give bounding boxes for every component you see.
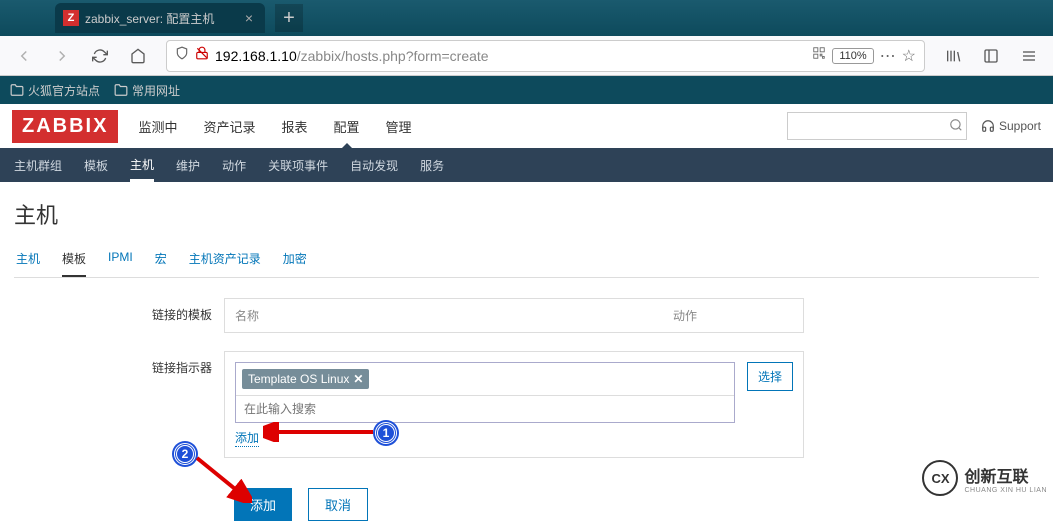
bookmark-item[interactable]: 常用网址: [114, 82, 180, 99]
subnav-discovery[interactable]: 自动发现: [350, 149, 398, 182]
subnav-services[interactable]: 服务: [420, 149, 444, 182]
watermark-logo: CX: [922, 460, 958, 496]
select-button[interactable]: 选择: [747, 362, 793, 391]
label-linked-templates: 链接的模板: [134, 298, 224, 323]
nav-administration[interactable]: 管理: [384, 105, 414, 148]
form-actions: 添加 取消 2: [234, 488, 1039, 521]
row-linked-templates: 链接的模板 名称 动作: [134, 298, 1039, 333]
app-header: ZABBIX 监测中 资产记录 报表 配置 管理 Support: [0, 104, 1053, 148]
template-tag-label: Template OS Linux: [248, 372, 349, 386]
reload-button[interactable]: [84, 40, 116, 72]
qr-icon[interactable]: [812, 46, 826, 65]
arrow-icon: [263, 422, 378, 442]
shield-icon: [175, 46, 189, 65]
home-button[interactable]: [122, 40, 154, 72]
tab-host[interactable]: 主机: [16, 242, 40, 277]
bookmark-label: 火狐官方站点: [28, 82, 100, 99]
host-tabs: 主机 模板 IPMI 宏 主机资产记录 加密: [14, 242, 1039, 278]
tab-title: zabbix_server: 配置主机: [85, 10, 241, 27]
linked-templates-table: 名称 动作: [224, 298, 804, 333]
watermark-text: 创新互联: [964, 463, 1047, 487]
tab-favicon: Z: [63, 10, 79, 26]
app: ZABBIX 监测中 资产记录 报表 配置 管理 Support 主机群组 模板…: [0, 104, 1053, 531]
subnav-hostgroups[interactable]: 主机群组: [14, 149, 62, 182]
subnav-maintenance[interactable]: 维护: [176, 149, 200, 182]
zabbix-logo[interactable]: ZABBIX: [12, 110, 118, 143]
bookmark-star-icon[interactable]: ☆: [902, 46, 916, 66]
row-link-indicator: 链接指示器 Template OS Linux ✕ 选: [134, 351, 1039, 458]
template-tag: Template OS Linux ✕: [242, 369, 369, 389]
form-area: 链接的模板 名称 动作 链接指示器: [14, 278, 1039, 521]
tab-encryption[interactable]: 加密: [283, 242, 307, 277]
col-action: 动作: [673, 307, 793, 324]
url-text: 192.168.1.10/zabbix/hosts.php?form=creat…: [215, 48, 806, 64]
zoom-badge[interactable]: 110%: [832, 48, 873, 64]
arrow-icon: [192, 453, 252, 503]
sidebar-icon[interactable]: [975, 40, 1007, 72]
sub-nav: 主机群组 模板 主机 维护 动作 关联项事件 自动发现 服务: [0, 148, 1053, 182]
support-link[interactable]: Support: [981, 119, 1041, 133]
subnav-correlation[interactable]: 关联项事件: [268, 149, 328, 182]
nav-configuration[interactable]: 配置: [332, 105, 362, 148]
library-icon[interactable]: [937, 40, 969, 72]
main-nav: 监测中 资产记录 报表 配置 管理: [136, 105, 787, 148]
support-label: Support: [999, 119, 1041, 133]
lock-icon: [195, 46, 209, 65]
page-title: 主机: [14, 192, 1039, 242]
bookmark-bar: 火狐官方站点 常用网址: [0, 76, 1053, 104]
watermark: CX 创新互联 CHUANG XIN HU LIAN: [922, 460, 1047, 496]
col-name: 名称: [235, 307, 673, 324]
subnav-templates[interactable]: 模板: [84, 149, 108, 182]
tab-ipmi[interactable]: IPMI: [108, 242, 133, 277]
search-icon[interactable]: [949, 118, 963, 135]
menu-icon[interactable]: [1013, 40, 1045, 72]
label-link-indicator: 链接指示器: [134, 351, 224, 376]
add-template-link[interactable]: 添加: [235, 429, 259, 447]
cancel-button[interactable]: 取消: [308, 488, 368, 521]
watermark-sub: CHUANG XIN HU LIAN: [964, 487, 1047, 494]
browser-chrome: Z zabbix_server: 配置主机 × +: [0, 0, 1053, 36]
nav-bar: 192.168.1.10/zabbix/hosts.php?form=creat…: [0, 36, 1053, 76]
subnav-hosts[interactable]: 主机: [130, 148, 154, 182]
nav-reports[interactable]: 报表: [279, 105, 309, 148]
url-bar[interactable]: 192.168.1.10/zabbix/hosts.php?form=creat…: [166, 40, 925, 72]
tab-templates[interactable]: 模板: [62, 242, 86, 277]
back-button[interactable]: [8, 40, 40, 72]
close-icon[interactable]: ×: [241, 10, 257, 26]
template-multiselect[interactable]: Template OS Linux ✕: [235, 362, 735, 423]
nav-inventory[interactable]: 资产记录: [201, 105, 257, 148]
template-search-input[interactable]: [236, 395, 734, 422]
tab-macros[interactable]: 宏: [155, 242, 167, 277]
bookmark-label: 常用网址: [132, 82, 180, 99]
annotation-1: 1: [375, 422, 397, 444]
page-content: 主机 主机 模板 IPMI 宏 主机资产记录 加密 链接的模板 名称 动作: [0, 182, 1053, 531]
nav-monitoring[interactable]: 监测中: [136, 105, 179, 148]
global-search[interactable]: [787, 112, 967, 140]
bookmark-item[interactable]: 火狐官方站点: [10, 82, 100, 99]
browser-tab[interactable]: Z zabbix_server: 配置主机 ×: [55, 3, 265, 33]
more-icon[interactable]: ⋯: [880, 46, 896, 66]
remove-tag-icon[interactable]: ✕: [353, 372, 363, 386]
new-tab-button[interactable]: +: [275, 4, 303, 32]
search-input[interactable]: [794, 119, 949, 133]
forward-button[interactable]: [46, 40, 78, 72]
tab-inventory[interactable]: 主机资产记录: [189, 242, 261, 277]
tab-bar: Z zabbix_server: 配置主机 × +: [0, 0, 1053, 36]
subnav-actions[interactable]: 动作: [222, 149, 246, 182]
